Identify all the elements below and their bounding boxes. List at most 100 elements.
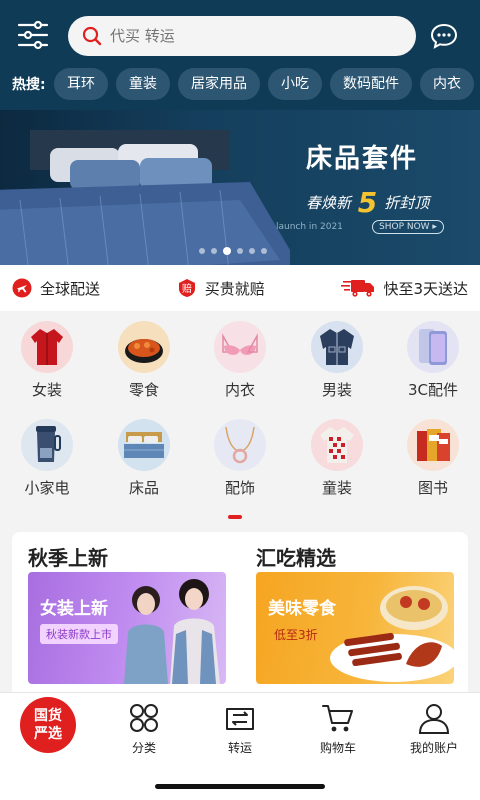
bed-illustration (0, 130, 290, 265)
category-label: 女装 (31, 381, 62, 399)
tab-forwarding[interactable]: 转运 (200, 701, 280, 756)
home-badge-line: 国货 (34, 708, 62, 724)
hot-tag[interactable]: 耳环 (54, 68, 108, 100)
carousel-dot[interactable] (261, 248, 267, 254)
category-label: 图书 (417, 479, 448, 497)
category-womens-wear[interactable]: 女装 (7, 321, 87, 400)
snacks-icon (125, 339, 163, 363)
category-3c-accessories[interactable]: 3C配件 (393, 321, 473, 400)
tab-category[interactable]: 分类 (104, 701, 184, 756)
category-snacks[interactable]: 零食 (104, 321, 184, 400)
hot-tag[interactable]: 数码配件 (330, 68, 412, 100)
carousel-dot[interactable] (211, 248, 217, 254)
banner-subtitle-prefix: 春焕新 (306, 194, 352, 212)
snack-plate-illustration (330, 586, 454, 682)
user-icon (418, 704, 450, 734)
category-icon-wrap (21, 321, 73, 373)
womens-wear-icon (31, 329, 63, 365)
banner-subtitle: 春焕新 5 折封顶 (306, 186, 429, 219)
hot-tag[interactable]: 居家用品 (178, 68, 260, 100)
hot-tag[interactable]: 小吃 (268, 68, 322, 100)
compensation-icon: 赔 (178, 279, 195, 297)
category-icon-wrap (407, 321, 459, 373)
category-icon-wrap (21, 419, 73, 471)
category-label: 配饰 (224, 479, 255, 497)
search-box[interactable] (68, 16, 416, 56)
carousel-dot[interactable] (237, 248, 243, 254)
tab-label: 转运 (227, 741, 252, 755)
promo-banner[interactable]: 床品套件 春焕新 5 折封顶 launch in 2021 SHOP NOW ▸ (0, 110, 480, 265)
category-accessories[interactable]: 配饰 (200, 419, 280, 498)
parcel-transfer-icon (226, 708, 254, 730)
category-mens-wear[interactable]: 男装 (297, 321, 377, 400)
service-global-shipping: 全球配送 (12, 278, 100, 299)
lingerie-icon (222, 333, 258, 355)
plane-icon (12, 278, 32, 298)
category-icon-wrap (407, 419, 459, 471)
tab-label: 分类 (131, 741, 156, 755)
carousel-dot-active[interactable] (223, 247, 231, 255)
category-kids-wear[interactable]: 童装 (297, 419, 377, 498)
home-indicator-bar[interactable] (155, 784, 325, 789)
banner-title: 床品套件 (306, 144, 419, 174)
truck-icon (341, 280, 375, 297)
category-icon-wrap (118, 321, 170, 373)
banner-discount-number: 5 (357, 186, 378, 219)
banner-footnote: launch in 2021 (276, 222, 343, 232)
service-guarantee-bar: 全球配送 赔 买贵就赔 快至3天送达 (0, 265, 480, 311)
tab-home-badge[interactable]: 国货 严选 (20, 697, 76, 753)
category-label: 内衣 (224, 381, 255, 399)
filter-menu-button[interactable] (16, 18, 50, 52)
shopping-cart-icon (322, 705, 353, 732)
category-label: 童装 (321, 479, 352, 497)
promo-section: 秋季上新 汇吃精选 女装上新 秋装新款上市 美味零食 低至3折 (12, 532, 468, 702)
category-label: 小家电 (24, 479, 70, 497)
home-badge-line: 严选 (34, 726, 62, 742)
category-page-indicator (228, 515, 242, 519)
message-button[interactable] (430, 22, 458, 50)
tab-cart[interactable]: 购物车 (298, 701, 378, 756)
service-label: 买贵就赔 (204, 279, 265, 298)
kids-wear-icon (320, 427, 354, 463)
tab-account[interactable]: 我的账户 (394, 701, 474, 756)
models-illustration (124, 579, 220, 684)
promo-image-badge: 秋装新款上市 (40, 624, 118, 644)
appliance-icon (36, 426, 61, 462)
category-label: 零食 (128, 381, 159, 399)
category-icon-wrap (118, 419, 170, 471)
category-icon-wrap (214, 419, 266, 471)
category-appliances[interactable]: 小家电 (7, 419, 87, 498)
tab-label: 购物车 (319, 741, 356, 755)
category-bedding[interactable]: 床品 (104, 419, 184, 498)
hot-tag[interactable]: 童装 (116, 68, 170, 100)
mens-wear-icon (320, 329, 354, 365)
books-icon (417, 429, 450, 461)
promo-title-snacks[interactable]: 汇吃精选 (256, 542, 336, 571)
category-grid: 女装 零食 内衣 男装 3C配件 小家电 床品 配饰 童装 图书 (0, 311, 480, 531)
promo-image-title: 女装上新 (40, 599, 108, 619)
category-icon-wrap (214, 321, 266, 373)
category-icon-wrap (311, 419, 363, 471)
category-lingerie[interactable]: 内衣 (200, 321, 280, 400)
service-fast-delivery: 快至3天送达 (341, 278, 468, 299)
hot-search-label: 热搜: (12, 77, 46, 93)
hot-tag[interactable]: 内衣 (420, 68, 474, 100)
category-books[interactable]: 图书 (393, 419, 473, 498)
hot-search-tags: 耳环 童装 居家用品 小吃 数码配件 内衣 (54, 68, 474, 100)
carousel-dot[interactable] (199, 248, 205, 254)
search-icon (82, 26, 102, 46)
promo-womens-new-image[interactable]: 女装上新 秋装新款上市 (28, 572, 226, 684)
shop-now-button[interactable]: SHOP NOW ▸ (372, 220, 444, 234)
carousel-dot[interactable] (249, 248, 255, 254)
phone-accessory-icon (419, 329, 447, 365)
search-input[interactable] (110, 27, 390, 45)
promo-title-autumn[interactable]: 秋季上新 (28, 542, 108, 571)
tab-label: 我的账户 (409, 741, 458, 755)
category-label: 床品 (128, 479, 159, 497)
service-label: 快至3天送达 (383, 279, 468, 298)
category-icon-wrap (311, 321, 363, 373)
bedding-icon (124, 432, 164, 458)
category-label: 男装 (321, 381, 352, 399)
promo-snacks-image[interactable]: 美味零食 低至3折 (256, 572, 454, 684)
carousel-dots (199, 247, 267, 255)
